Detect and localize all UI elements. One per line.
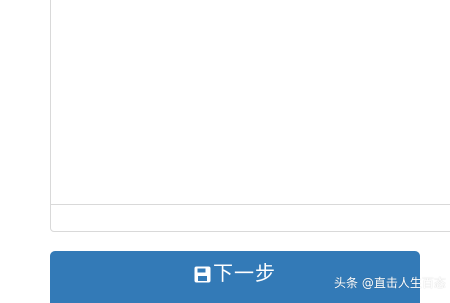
textarea-footer xyxy=(51,205,450,231)
next-step-button-content: 下一步 xyxy=(194,264,276,284)
content-textarea[interactable] xyxy=(50,0,450,232)
watermark-text: 头条 @直击人生百态 xyxy=(334,276,446,290)
next-step-label: 下一步 xyxy=(213,263,276,285)
save-icon xyxy=(194,266,211,283)
